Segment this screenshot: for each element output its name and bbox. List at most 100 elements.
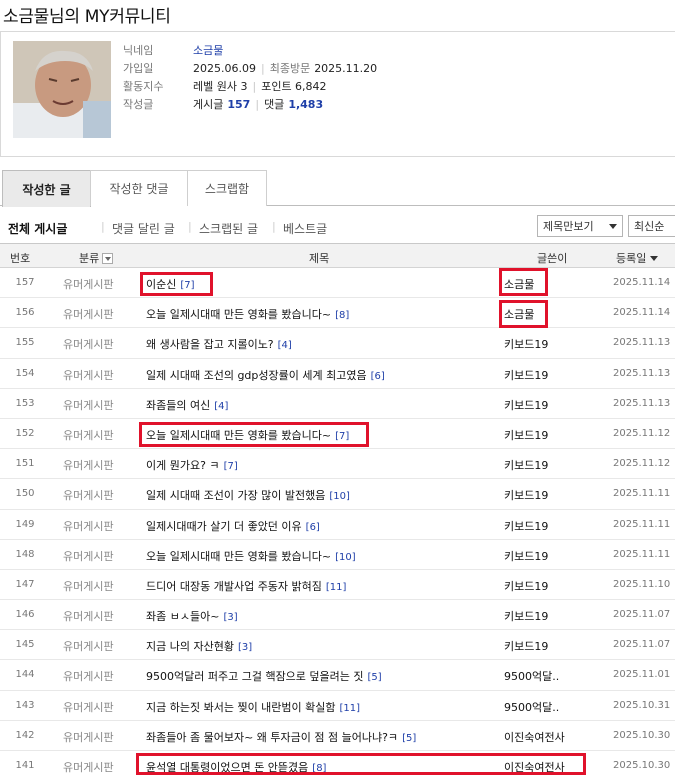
post-title-link[interactable]: 좌좀들의 여신 [4]	[146, 397, 228, 413]
post-author[interactable]: 키보드19	[504, 457, 548, 473]
post-author[interactable]: 소금물	[504, 306, 534, 322]
view-mode-select[interactable]: 제목만보기	[537, 215, 623, 237]
post-date: 2025.11.11	[613, 488, 671, 500]
table-row: 148 유머게시판 오늘 일제시대때 만든 영화를 봤습니다~ [10] 키보드19 20…	[0, 540, 675, 570]
comment-count-badge: [7]	[223, 461, 238, 473]
post-board[interactable]: 유머게시판	[63, 699, 114, 715]
col-board[interactable]: 분류	[79, 250, 114, 266]
post-board[interactable]: 유머게시판	[63, 608, 114, 624]
page-title: 소금물님의 MY커뮤니티	[3, 7, 171, 27]
post-author[interactable]: 이진숙여전사	[504, 759, 565, 775]
post-board[interactable]: 유머게시판	[63, 336, 114, 352]
post-title-link[interactable]: 드디어 대장동 개발사업 주동자 밝혀짐 [11]	[146, 578, 346, 594]
post-author[interactable]: 키보드19	[504, 367, 548, 383]
post-date: 2025.10.30	[613, 760, 671, 771]
table-row: 144 유머게시판 9500억달러 퍼주고 그걸 핵잠으로 덮을려는 짓 [5] 950…	[0, 660, 675, 691]
comment-count: 1,483	[288, 97, 324, 111]
post-title-link[interactable]: 좌좀 ㅂㅅ들아~ [3]	[146, 608, 238, 624]
post-board[interactable]: 유머게시판	[63, 759, 114, 775]
post-board[interactable]: 유머게시판	[63, 578, 114, 594]
post-date: 2025.11.13	[613, 367, 671, 379]
post-date: 2025.11.11	[613, 548, 671, 560]
post-number: 145	[15, 639, 35, 651]
post-board[interactable]: 유머게시판	[63, 457, 114, 473]
post-number: 142	[15, 729, 35, 741]
post-date: 2025.11.12	[613, 458, 671, 470]
subnav-best[interactable]: 베스트글	[283, 220, 327, 237]
post-author[interactable]: 키보드19	[504, 397, 548, 413]
post-board[interactable]: 유머게시판	[63, 427, 114, 443]
post-number: 149	[15, 518, 35, 530]
post-title: 오늘 일제시대때 만든 영화를 봤습니다~	[146, 428, 332, 442]
table-row: 145 유머게시판 지금 나의 자산현황 [3] 키보드19 2025.11.07	[0, 630, 675, 661]
filter-dropdown-icon[interactable]	[102, 253, 114, 264]
post-author[interactable]: 9500억달..	[504, 699, 559, 715]
post-title-link[interactable]: 이순신 [7]	[146, 276, 195, 292]
tab-scraps[interactable]: 스크랩함	[187, 170, 267, 206]
nickname-label: 닉네임	[123, 44, 154, 57]
table-row: 156 유머게시판 오늘 일제시대때 만든 영화를 봤습니다~ [8] 소금물 2025.…	[0, 298, 675, 329]
post-number: 152	[15, 427, 35, 439]
post-title-link[interactable]: 윤석열 대통령이었으면 돈 안뜯겼음 [8]	[146, 759, 326, 775]
subnav-all-posts[interactable]: 전체 게시글	[8, 220, 67, 237]
post-title-link[interactable]: 오늘 일제시대때 만든 영화를 봤습니다~ [7]	[146, 427, 349, 443]
post-title-link[interactable]: 지금 나의 자산현황 [3]	[146, 638, 252, 654]
post-author[interactable]: 키보드19	[504, 336, 548, 352]
post-title-link[interactable]: 이게 뭔가요? ㅋ [7]	[146, 457, 238, 473]
post-date: 2025.11.11	[613, 518, 671, 530]
last-visit-label: 최종방문	[269, 62, 311, 75]
post-author[interactable]: 이진숙여전사	[504, 729, 565, 745]
post-title-link[interactable]: 왜 생사람을 잡고 지롤이노? [4]	[146, 336, 292, 352]
post-title: 지금 나의 자산현황	[146, 640, 234, 654]
tab-my-comments[interactable]: 작성한 댓글	[90, 170, 188, 206]
post-title-link[interactable]: 지금 하는짓 봐서는 찢이 내란범이 확실함 [11]	[146, 699, 360, 715]
subnav-commented[interactable]: 댓글 달린 글	[112, 220, 175, 237]
post-author[interactable]: 9500억달..	[504, 668, 559, 684]
col-date-label: 등록일	[616, 252, 647, 265]
post-author[interactable]: 키보드19	[504, 518, 548, 534]
post-board[interactable]: 유머게시판	[63, 487, 114, 503]
post-board[interactable]: 유머게시판	[63, 729, 114, 745]
post-board[interactable]: 유머게시판	[63, 548, 114, 564]
post-board[interactable]: 유머게시판	[63, 397, 114, 413]
joined-label: 가입일	[123, 62, 154, 75]
comment-count-badge: [3]	[237, 642, 253, 654]
post-title-link[interactable]: 오늘 일제시대때 만든 영화를 봤습니다~ [10]	[146, 548, 356, 564]
post-board[interactable]: 유머게시판	[63, 668, 114, 684]
post-title-link[interactable]: 일제 시대때 조선의 gdp성장률이 세계 최고였음 [6]	[146, 367, 385, 383]
post-board[interactable]: 유머게시판	[63, 638, 114, 654]
post-title-link[interactable]: 일제시대때가 살기 더 좋았던 이유 [6]	[146, 518, 320, 534]
post-number: 147	[15, 578, 35, 590]
comment-count-badge: [4]	[214, 400, 229, 412]
nickname[interactable]: 소금물	[193, 42, 223, 58]
comment-count-badge: [11]	[339, 702, 361, 714]
col-date[interactable]: 등록일	[616, 250, 659, 266]
post-board[interactable]: 유머게시판	[63, 518, 114, 534]
post-author[interactable]: 키보드19	[504, 638, 548, 654]
post-date: 2025.11.14	[613, 277, 671, 288]
post-number: 154	[15, 367, 35, 379]
post-board[interactable]: 유머게시판	[63, 306, 114, 322]
post-author[interactable]: 키보드19	[504, 578, 548, 594]
post-author[interactable]: 키보드19	[504, 427, 548, 443]
sort-select[interactable]: 최신순	[628, 215, 675, 237]
post-board[interactable]: 유머게시판	[63, 276, 114, 292]
post-title-link[interactable]: 좌좀들아 좀 물어보자~ 왜 투자금이 점 점 늘어나냐?ㅋ [5]	[146, 729, 416, 745]
post-board[interactable]: 유머게시판	[63, 367, 114, 383]
tab-my-posts[interactable]: 작성한 글	[2, 170, 91, 207]
post-author[interactable]: 키보드19	[504, 487, 548, 503]
post-title-link[interactable]: 일제 시대때 조선이 가장 많이 발전했음 [10]	[146, 487, 350, 503]
comment-count-badge: [5]	[402, 732, 417, 744]
subnav-scrapped[interactable]: 스크랩된 글	[199, 220, 258, 237]
post-number: 144	[15, 669, 35, 681]
post-author[interactable]: 키보드19	[504, 548, 548, 564]
post-title-link[interactable]: 9500억달러 퍼주고 그걸 핵잠으로 덮을려는 짓 [5]	[146, 668, 382, 684]
post-number: 151	[15, 458, 35, 470]
post-title-link[interactable]: 오늘 일제시대때 만든 영화를 봤습니다~ [8]	[146, 306, 349, 322]
posts-label: 작성글	[123, 98, 154, 111]
col-board-label: 분류	[79, 252, 100, 265]
post-author[interactable]: 키보드19	[504, 608, 548, 624]
post-title: 왜 생사람을 잡고 지롤이노?	[146, 338, 274, 352]
profile-box: 닉네임 소금물 가입일 2025.06.09 | 최종방문 2025.11.20…	[0, 31, 675, 157]
post-author[interactable]: 소금물	[504, 276, 534, 292]
